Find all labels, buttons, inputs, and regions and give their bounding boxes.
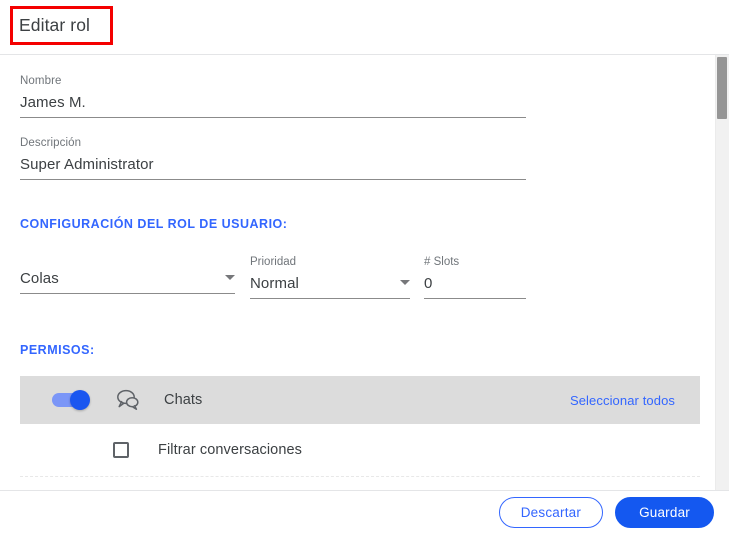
colas-select-value: Colas [20, 270, 59, 287]
descripcion-input[interactable]: Super Administrator [20, 150, 526, 175]
dialog-header: Editar rol [0, 0, 729, 55]
select-all-link[interactable]: Seleccionar todos [570, 393, 675, 408]
discard-button[interactable]: Descartar [498, 497, 604, 528]
prioridad-select-control[interactable]: Normal [250, 269, 410, 294]
config-section-heading: CONFIGURACIÓN DEL ROL DE USUARIO: [20, 217, 288, 231]
slots-label: # Slots [424, 256, 460, 268]
prioridad-select[interactable]: Prioridad Normal [250, 255, 410, 299]
colas-select[interactable]: Colas [20, 264, 235, 294]
colas-underline [20, 293, 235, 294]
descripcion-underline [20, 179, 526, 180]
chat-bubbles-icon [114, 386, 142, 414]
permission-item-label: Filtrar conversaciones [158, 442, 303, 458]
nombre-input[interactable]: James M. [20, 88, 526, 113]
permission-group-label: Chats [164, 392, 203, 408]
vertical-scrollbar[interactable] [715, 55, 729, 490]
nombre-label: Nombre [20, 75, 62, 87]
scrollbar-thumb[interactable] [717, 57, 727, 119]
toggle-thumb [70, 390, 90, 410]
dialog-body: Nombre James M. Descripción Super Admini… [0, 55, 729, 490]
colas-select-control[interactable]: Colas [20, 264, 235, 289]
slots-input[interactable]: 0 [424, 273, 432, 294]
edit-role-dialog: Editar rol Nombre James M. Descripción S… [0, 0, 729, 534]
dialog-footer: Descartar Guardar [0, 490, 729, 534]
chevron-down-icon [400, 280, 410, 285]
prioridad-select-value: Normal [250, 275, 299, 292]
descripcion-label: Descripción [20, 137, 82, 149]
nombre-underline [20, 117, 526, 118]
chevron-down-icon [225, 275, 235, 280]
nombre-field[interactable]: Nombre James M. [20, 74, 526, 118]
prioridad-label: Prioridad [250, 256, 297, 268]
permission-item-checkbox[interactable] [113, 442, 129, 458]
descripcion-field[interactable]: Descripción Super Administrator [20, 136, 526, 180]
prioridad-underline [250, 298, 410, 299]
permission-group-row: Chats Seleccionar todos [20, 376, 700, 424]
permissions-section-heading: PERMISOS: [20, 343, 95, 357]
permission-item-row[interactable]: Filtrar conversaciones [20, 424, 700, 477]
slots-underline [424, 298, 526, 299]
save-button[interactable]: Guardar [615, 497, 714, 528]
page-title: Editar rol [19, 15, 91, 35]
permission-group-toggle[interactable] [52, 390, 90, 410]
slots-input-control[interactable]: 0 [424, 269, 526, 294]
slots-field[interactable]: # Slots 0 [424, 255, 526, 299]
